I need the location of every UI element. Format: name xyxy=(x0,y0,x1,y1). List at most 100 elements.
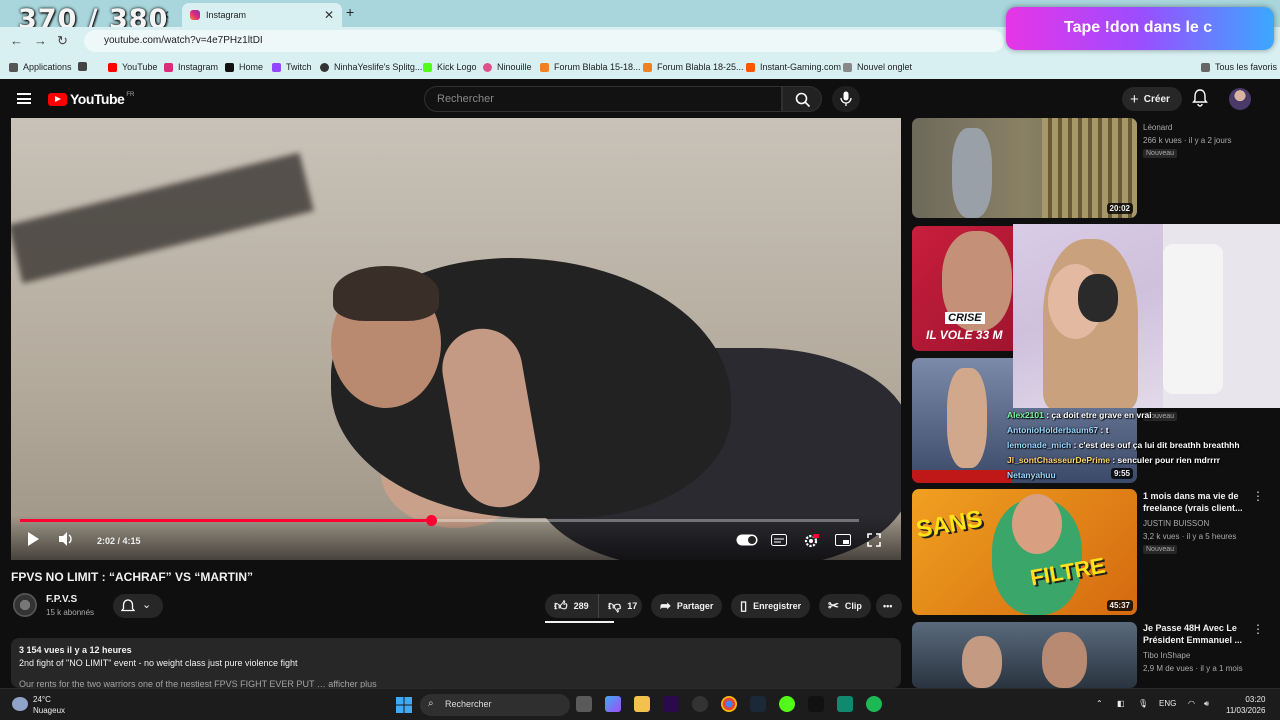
chat-message: Netanyahuu xyxy=(1007,470,1056,480)
bookmark-instant-gaming[interactable]: Instant-Gaming.com xyxy=(746,62,841,72)
bookmark-new-tab[interactable]: Nouvel onglet xyxy=(843,62,912,72)
channel-name[interactable]: Tibo InShape xyxy=(1143,651,1190,660)
copilot-icon[interactable] xyxy=(605,696,621,712)
bookmark-splitgate[interactable]: NinhaYeslife's Splitg... xyxy=(320,62,422,72)
donation-banner-text: Tape !don dans le c xyxy=(1064,19,1213,36)
bookmark-all[interactable]: Tous les favoris xyxy=(1201,62,1277,72)
channel-name[interactable]: Léonard xyxy=(1143,123,1172,132)
subtitles-icon[interactable] xyxy=(771,534,787,546)
notifications-bell-icon[interactable] xyxy=(1192,89,1208,107)
video-title[interactable]: 1 mois dans ma vie de freelance (vrais c… xyxy=(1143,490,1253,514)
settings-gear-icon[interactable] xyxy=(803,533,819,549)
speaker-icon[interactable]: 🔊︎ xyxy=(1204,699,1209,709)
file-explorer-icon[interactable] xyxy=(634,696,650,712)
bookmark-kick[interactable]: Kick Logo xyxy=(423,62,477,72)
bookmark-home[interactable]: Home xyxy=(225,62,263,72)
chevron-down-icon: ⌄ xyxy=(142,599,152,611)
task-view-icon[interactable] xyxy=(576,696,592,712)
weather-cloud-icon[interactable] xyxy=(12,697,28,711)
weather-widget[interactable]: 24°C Nuageux xyxy=(33,694,65,716)
chevron-up-icon[interactable]: ⌃ xyxy=(1096,699,1103,708)
instagram-icon xyxy=(190,10,200,20)
description-box[interactable]: 3 154 vues il y a 12 heures 2nd fight of… xyxy=(11,638,901,689)
new-tab-icon[interactable]: + xyxy=(346,4,354,20)
channel-name[interactable]: F.P.V.S xyxy=(46,594,77,605)
steam-icon[interactable] xyxy=(750,696,766,712)
like-indicator xyxy=(545,621,614,623)
tab-instagram[interactable]: Instagram ✕ xyxy=(182,3,342,27)
taskbar-search[interactable]: ⌕ Rechercher xyxy=(420,694,570,716)
video-thumbnail[interactable]: SANS FILTRE 45:37 xyxy=(912,489,1137,615)
video-frame-hair xyxy=(333,266,439,321)
chrome-icon[interactable] xyxy=(721,696,737,712)
streamer-webcam xyxy=(1013,224,1280,408)
tray-app-icon[interactable]: ◧ xyxy=(1117,699,1125,708)
bookmark-grid[interactable] xyxy=(78,62,92,71)
bookmark-forum-18-25[interactable]: Forum Blabla 18-25... xyxy=(643,62,744,72)
volume-icon[interactable] xyxy=(58,531,74,547)
bookmark-apps[interactable]: Applications xyxy=(9,62,72,72)
voice-search-button[interactable] xyxy=(832,86,860,112)
new-badge: Nouveau xyxy=(1143,149,1178,158)
back-icon[interactable]: ← xyxy=(10,33,23,48)
more-horizontal-icon: ••• xyxy=(883,601,893,611)
autoplay-toggle-icon[interactable] xyxy=(736,534,758,546)
grid-icon xyxy=(78,62,87,71)
video-player[interactable] xyxy=(11,118,901,560)
dislike-button[interactable]: 👎︎ 17 xyxy=(598,594,642,618)
bookmark-icon: ▯ xyxy=(740,598,748,613)
premiere-icon[interactable] xyxy=(663,696,679,712)
miniplayer-icon[interactable] xyxy=(835,534,851,546)
bookmark-forum-15-18[interactable]: Forum Blabla 15-18... xyxy=(540,62,641,72)
duration-badge: 20:02 xyxy=(1106,203,1133,214)
chat-message: Jl_sontChasseurDePrime : senculer pour r… xyxy=(1007,455,1221,465)
channel-name[interactable]: JUSTIN BUISSON xyxy=(1143,519,1209,528)
views-date: 3 154 vues il y a 12 heures xyxy=(19,645,132,655)
tiktok-icon[interactable] xyxy=(808,696,824,712)
progress-bar[interactable] xyxy=(20,515,859,526)
search-input[interactable]: Rechercher xyxy=(424,86,782,112)
url-field[interactable]: youtube.com/watch?v=4e7PHz1ltDI xyxy=(84,30,1004,52)
subscribed-button[interactable]: ⌄ xyxy=(113,594,163,618)
duration-badge: 45:37 xyxy=(1106,600,1133,611)
kick-icon[interactable] xyxy=(779,696,795,712)
more-vertical-icon[interactable]: ⋮ xyxy=(1252,489,1264,503)
bookmark-twitch[interactable]: Twitch xyxy=(272,62,312,72)
play-icon[interactable] xyxy=(26,531,40,547)
video-thumbnail[interactable]: 20:02 xyxy=(912,118,1137,218)
headset-icon xyxy=(1078,274,1118,322)
bookmark-ninouille[interactable]: Ninouille xyxy=(483,62,532,72)
video-meta: 2,9 M de vues · il y a 1 mois xyxy=(1143,664,1243,673)
search-button[interactable] xyxy=(782,86,822,112)
channel-avatar[interactable] xyxy=(13,593,37,617)
mic-icon[interactable]: 🎙︎ xyxy=(1138,699,1148,708)
obs-icon[interactable] xyxy=(692,696,708,712)
bookmark-youtube[interactable]: YouTube xyxy=(108,62,157,72)
spotify-icon[interactable] xyxy=(866,696,882,712)
instagram-icon xyxy=(164,62,173,72)
more-actions-button[interactable]: ••• xyxy=(876,594,902,618)
reload-icon[interactable]: ↻ xyxy=(57,33,68,49)
wifi-icon[interactable]: ◠ xyxy=(1188,699,1195,708)
clock[interactable]: 03:20 11/03/2026 xyxy=(1226,694,1265,716)
account-avatar[interactable] xyxy=(1229,88,1251,110)
youtube-logo[interactable]: YouTube FR xyxy=(48,91,134,107)
share-button[interactable]: ➦ Partager xyxy=(651,594,723,618)
save-button[interactable]: ▯ Enregistrer xyxy=(731,594,811,618)
video-title[interactable]: Je Passe 48H Avec Le Président Emmanuel … xyxy=(1143,622,1253,646)
video-title: FPVS NO LIMIT : “ACHRAF” VS “MARTIN” xyxy=(11,570,253,584)
create-button[interactable]: + Créer xyxy=(1122,87,1182,111)
bookmark-instagram[interactable]: Instagram xyxy=(164,62,218,72)
thumbnail-face xyxy=(1012,494,1062,554)
language-indicator[interactable]: ENG xyxy=(1159,699,1176,708)
menu-icon[interactable] xyxy=(17,93,31,104)
clip-button[interactable]: ✂ Clip xyxy=(819,594,871,618)
video-thumbnail[interactable] xyxy=(912,622,1137,688)
more-vertical-icon[interactable]: ⋮ xyxy=(1252,622,1264,636)
windows-start-icon[interactable] xyxy=(396,697,412,713)
fullscreen-icon[interactable] xyxy=(867,533,881,547)
close-tab-icon[interactable]: ✕ xyxy=(324,8,334,22)
forward-icon[interactable]: → xyxy=(34,33,47,48)
app-icon[interactable] xyxy=(837,696,853,712)
thumbnail-person xyxy=(952,128,992,218)
